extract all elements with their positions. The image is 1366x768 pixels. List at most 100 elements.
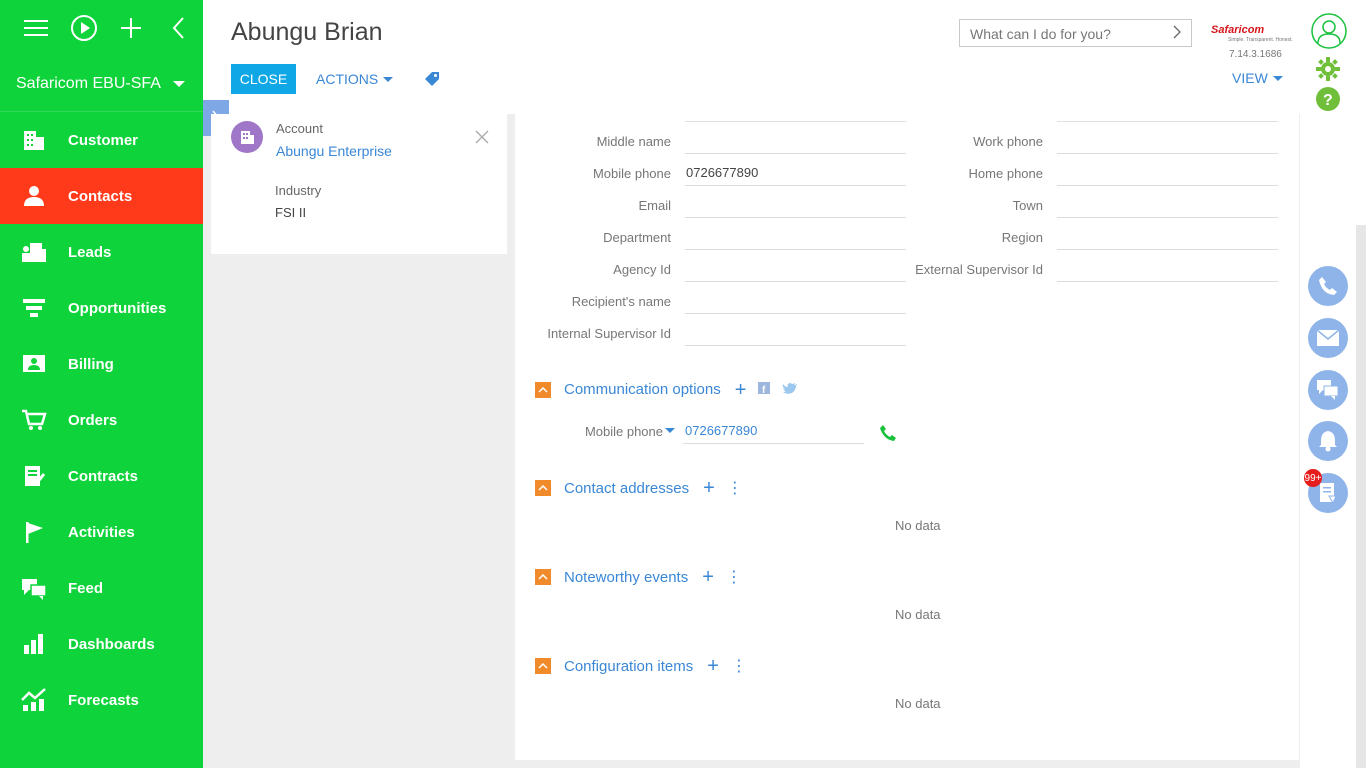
sidebar-item-activities[interactable]: Activities: [0, 504, 203, 560]
sidebar-item-label: Contacts: [68, 187, 133, 205]
person-icon: [20, 182, 48, 210]
contact-details-panel: Middle name Mobile phone 0726677890 Emai…: [515, 114, 1299, 760]
sidebar-item-contracts[interactable]: Contracts: [0, 448, 203, 504]
sidebar-item-contacts[interactable]: Contacts: [0, 168, 203, 224]
section-contact-addresses: Contact addresses + ⋮: [535, 478, 743, 498]
section-title[interactable]: Noteworthy events: [564, 569, 688, 586]
add-icon[interactable]: +: [735, 380, 747, 400]
phone-type-dropdown[interactable]: Mobile phone: [515, 424, 663, 439]
twitter-icon[interactable]: [782, 382, 798, 398]
more-options-icon[interactable]: ⋮: [731, 656, 747, 676]
sidebar-toolbar: [0, 0, 203, 56]
add-icon[interactable]: +: [703, 478, 715, 498]
play-process-icon[interactable]: [60, 0, 108, 56]
field-mobile-phone[interactable]: Mobile phone 0726677890: [515, 158, 915, 190]
help-icon[interactable]: ?: [1316, 87, 1340, 114]
sidebar-item-feed[interactable]: Feed: [0, 560, 203, 616]
account-label: Account: [276, 121, 323, 136]
sidebar: Safaricom EBU-SFA Customer Contacts Lead…: [0, 0, 203, 768]
field-underline: [685, 121, 906, 122]
user-profile-icon[interactable]: [1310, 12, 1348, 53]
sidebar-item-label: Billing: [68, 355, 114, 373]
chevron-down-icon: [1272, 75, 1283, 81]
collapse-section-icon[interactable]: [535, 569, 551, 585]
bar-chart-icon: [20, 630, 48, 658]
field-town[interactable]: Town: [915, 190, 1295, 222]
chevron-down-icon[interactable]: [665, 428, 675, 433]
sidebar-item-dashboards[interactable]: Dashboards: [0, 616, 203, 672]
sidebar-item-leads[interactable]: Leads: [0, 224, 203, 280]
phone-icon[interactable]: [1308, 266, 1348, 306]
collapse-section-icon[interactable]: [535, 381, 551, 398]
sidebar-item-label: Feed: [68, 579, 104, 597]
sidebar-item-customer[interactable]: Customer: [0, 112, 203, 168]
safaricom-logo: Safaricom: [1211, 24, 1265, 36]
section-title[interactable]: Communication options: [564, 381, 721, 398]
field-work-phone[interactable]: Work phone: [915, 126, 1295, 158]
workspace-selector[interactable]: Safaricom EBU-SFA: [0, 56, 203, 112]
industry-value: FSI II: [275, 205, 307, 220]
section-title[interactable]: Contact addresses: [564, 480, 689, 497]
page-title: Abungu Brian: [231, 18, 383, 46]
add-icon[interactable]: [108, 0, 156, 56]
field-middle-name[interactable]: Middle name: [515, 126, 915, 158]
communication-phone-value[interactable]: 0726677890: [685, 423, 757, 438]
chat-icon[interactable]: [1308, 370, 1348, 410]
field-external-supervisor-id[interactable]: External Supervisor Id: [915, 254, 1295, 286]
more-options-icon[interactable]: ⋮: [727, 478, 743, 498]
sidebar-item-billing[interactable]: Billing: [0, 336, 203, 392]
industry-label: Industry: [275, 183, 322, 198]
sidebar-item-label: Opportunities: [68, 299, 167, 317]
sidebar-item-orders[interactable]: Orders: [0, 392, 203, 448]
close-button[interactable]: CLOSE: [231, 64, 296, 94]
communication-mobile-phone[interactable]: Mobile phone 0726677890: [515, 416, 915, 448]
scrollbar-thumb[interactable]: [1356, 225, 1366, 768]
sidebar-item-label: Dashboards: [68, 635, 155, 653]
chevron-down-icon: [173, 80, 185, 87]
field-internal-supervisor-id[interactable]: Internal Supervisor Id: [515, 318, 915, 350]
actions-button[interactable]: ACTIONS: [316, 64, 394, 94]
field-region[interactable]: Region: [915, 222, 1295, 254]
billing-icon: [20, 350, 48, 378]
field-department[interactable]: Department: [515, 222, 915, 254]
page-scrollbar[interactable]: [1356, 0, 1366, 768]
bell-icon[interactable]: [1308, 421, 1348, 461]
call-phone-icon[interactable]: [879, 424, 897, 445]
collapse-section-icon[interactable]: [535, 658, 551, 674]
empty-state-text: No data: [895, 696, 941, 711]
account-icon: [231, 121, 263, 153]
field-home-phone[interactable]: Home phone: [915, 158, 1295, 190]
more-options-icon[interactable]: ⋮: [726, 567, 742, 587]
hamburger-menu-icon[interactable]: [12, 0, 60, 56]
contract-icon: [20, 462, 48, 490]
leads-icon: [20, 238, 48, 266]
view-label: VIEW: [1232, 70, 1268, 86]
chevron-right-icon[interactable]: [1173, 25, 1181, 42]
mail-icon[interactable]: [1308, 318, 1348, 358]
command-search-input[interactable]: What can I do for you?: [959, 19, 1192, 47]
sidebar-item-label: Contracts: [68, 467, 139, 485]
version-label: 7.14.3.1686: [1229, 49, 1282, 60]
add-icon[interactable]: +: [702, 567, 714, 587]
sidebar-item-label: Customer: [68, 131, 139, 149]
sidebar-item-opportunities[interactable]: Opportunities: [0, 280, 203, 336]
gear-icon[interactable]: [1316, 57, 1340, 84]
chat-bubbles-icon: [20, 574, 48, 602]
account-link[interactable]: Abungu Enterprise: [276, 143, 392, 159]
sidebar-item-forecasts[interactable]: Forecasts: [0, 672, 203, 728]
facebook-icon[interactable]: f: [758, 382, 771, 397]
field-recipients-name[interactable]: Recipient's name: [515, 286, 915, 318]
funnel-icon: [20, 294, 48, 322]
workspace-label: Safaricom EBU-SFA: [16, 74, 161, 92]
add-icon[interactable]: +: [707, 656, 719, 676]
section-title[interactable]: Configuration items: [564, 658, 693, 675]
section-configuration-items: Configuration items + ⋮: [535, 656, 747, 676]
field-email[interactable]: Email: [515, 190, 915, 222]
field-agency-id[interactable]: Agency Id: [515, 254, 915, 286]
tag-icon[interactable]: [424, 71, 440, 90]
collapse-section-icon[interactable]: [535, 480, 551, 496]
collapse-sidebar-icon[interactable]: [155, 0, 203, 56]
view-button[interactable]: VIEW: [1232, 70, 1283, 86]
close-icon[interactable]: [475, 130, 489, 147]
sidebar-item-label: Activities: [68, 523, 135, 541]
